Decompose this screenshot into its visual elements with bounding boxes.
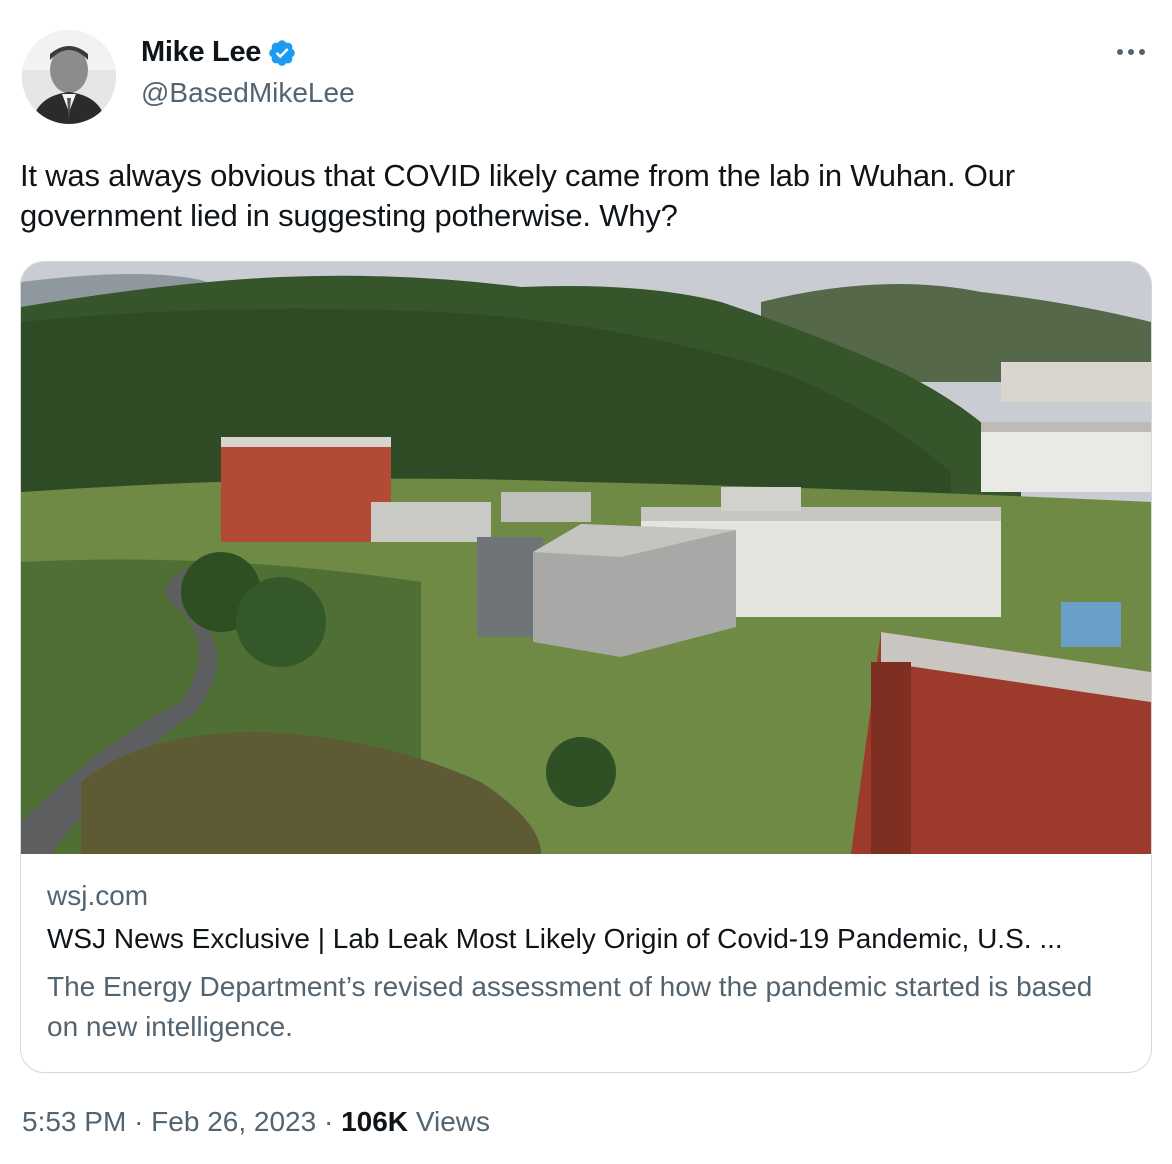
meta-separator: · [134, 1106, 144, 1137]
card-image [21, 262, 1151, 854]
tweet-date[interactable]: Feb 26, 2023 [151, 1106, 316, 1137]
tweet-meta: 5:53 PM · Feb 26, 2023 · 106K Views [22, 1106, 490, 1138]
avatar-photo [22, 30, 116, 124]
views-count: 106K [341, 1106, 409, 1137]
avatar[interactable] [22, 30, 116, 124]
tweet-time[interactable]: 5:53 PM [22, 1106, 126, 1137]
link-card[interactable]: wsj.com WSJ News Exclusive | Lab Leak Mo… [20, 261, 1152, 1073]
verified-badge-icon [269, 39, 295, 66]
author-name[interactable]: Mike Lee [141, 36, 261, 69]
more-horizontal-icon[interactable] [1114, 40, 1148, 64]
views-label: Views [415, 1106, 490, 1137]
author-handle[interactable]: @BasedMikeLee [141, 77, 355, 109]
card-description: The Energy Department’s revised assessme… [47, 971, 1093, 1042]
tweet-text: It was always obvious that COVID likely … [20, 158, 1015, 233]
card-title: WSJ News Exclusive | Lab Leak Most Likel… [47, 923, 1063, 954]
card-domain: wsj.com [47, 880, 149, 911]
author-name-row[interactable]: Mike Lee [141, 36, 297, 69]
meta-separator: · [323, 1106, 334, 1137]
